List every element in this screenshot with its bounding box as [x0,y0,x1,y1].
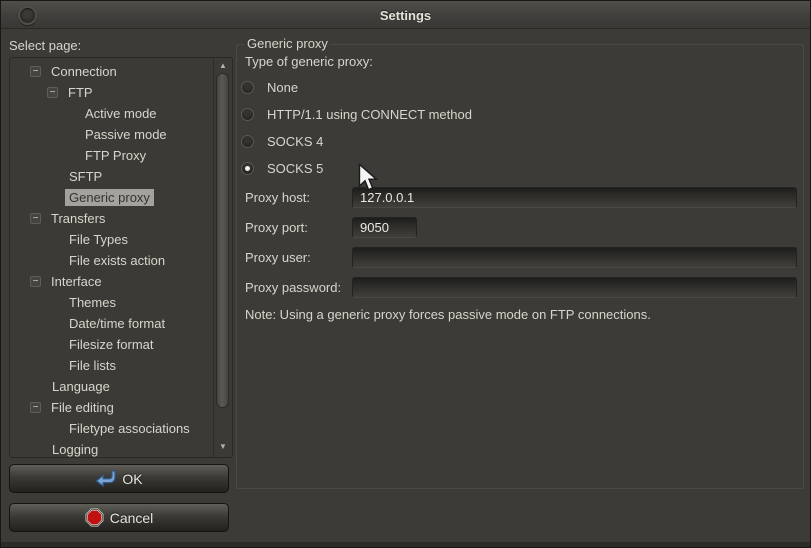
tree-item-connection[interactable]: −Connection [10,61,213,82]
proxy-password-row: Proxy password: [245,272,797,302]
window-bottom-edge [1,542,810,547]
scrollbar-thumb[interactable] [216,73,229,408]
proxy-user-row: Proxy user: [245,242,797,272]
select-page-label: Select page: [9,38,81,53]
cancel-button[interactable]: Cancel [9,503,229,532]
collapse-icon[interactable]: − [47,87,58,98]
proxy-user-input[interactable] [352,247,797,268]
proxy-note: Note: Using a generic proxy forces passi… [245,307,651,322]
scroll-down-icon[interactable]: ▼ [214,442,232,451]
tree-item-file-exists-action[interactable]: File exists action [10,250,213,271]
radio-label: SOCKS 5 [267,161,323,176]
window-title: Settings [1,1,810,29]
tree-scrollbar[interactable]: ▲ ▼ [214,58,232,457]
title-bar[interactable]: Settings [1,1,810,29]
proxy-host-label: Proxy host: [245,190,352,205]
settings-tree: −Connection −FTP Active mode Passive mod… [9,57,233,458]
proxy-port-row: Proxy port: [245,212,797,242]
ok-label: OK [122,471,142,487]
radio-icon-checked[interactable] [241,162,254,175]
tree-item-transfers[interactable]: −Transfers [10,208,213,229]
tree-item-file-editing[interactable]: −File editing [10,397,213,418]
tree-item-file-types[interactable]: File Types [10,229,213,250]
collapse-icon[interactable]: − [30,213,41,224]
close-button[interactable] [18,6,37,25]
radio-none[interactable]: None [241,74,472,101]
tree-item-interface[interactable]: −Interface [10,271,213,292]
tree-item-generic-proxy[interactable]: Generic proxy [10,187,213,208]
collapse-icon[interactable]: − [30,276,41,287]
cancel-label: Cancel [110,510,154,526]
generic-proxy-group: Generic proxy Type of generic proxy: Non… [236,44,804,489]
radio-socks4[interactable]: SOCKS 4 [241,128,472,155]
tree-item-logging[interactable]: Logging [10,439,213,457]
radio-icon[interactable] [241,108,254,121]
tree-item-ftp-proxy[interactable]: FTP Proxy [10,145,213,166]
scroll-up-icon[interactable]: ▲ [214,61,232,70]
proxy-type-options: None HTTP/1.1 using CONNECT method SOCKS… [241,74,472,182]
proxy-port-label: Proxy port: [245,220,352,235]
tree-item-passive-mode[interactable]: Passive mode [10,124,213,145]
tree-item-language[interactable]: Language [10,376,213,397]
tree-item-sftp[interactable]: SFTP [10,166,213,187]
proxy-type-label: Type of generic proxy: [245,54,373,69]
cancel-stop-icon [85,508,104,527]
collapse-icon[interactable]: − [30,66,41,77]
proxy-password-input[interactable] [352,277,797,298]
tree-item-active-mode[interactable]: Active mode [10,103,213,124]
tree-item-file-lists[interactable]: File lists [10,355,213,376]
proxy-port-input[interactable] [352,217,417,238]
group-title: Generic proxy [244,36,331,51]
tree-item-datetime-format[interactable]: Date/time format [10,313,213,334]
ok-enter-icon [95,470,116,487]
radio-http-connect[interactable]: HTTP/1.1 using CONNECT method [241,101,472,128]
settings-dialog: Settings Select page: −Connection −FTP A… [0,0,811,548]
proxy-host-input[interactable] [352,187,797,208]
radio-label: None [267,80,298,95]
radio-label: SOCKS 4 [267,134,323,149]
tree-item-filetype-associations[interactable]: Filetype associations [10,418,213,439]
proxy-fields: Proxy host: Proxy port: Proxy user: Prox… [245,182,797,302]
tree-item-filesize-format[interactable]: Filesize format [10,334,213,355]
radio-icon[interactable] [241,135,254,148]
radio-label: HTTP/1.1 using CONNECT method [267,107,472,122]
tree-item-ftp[interactable]: −FTP [10,82,213,103]
radio-icon[interactable] [241,81,254,94]
radio-socks5[interactable]: SOCKS 5 [241,155,472,182]
tree-item-themes[interactable]: Themes [10,292,213,313]
proxy-host-row: Proxy host: [245,182,797,212]
collapse-icon[interactable]: − [30,402,41,413]
proxy-user-label: Proxy user: [245,250,352,265]
proxy-password-label: Proxy password: [245,280,352,295]
tree-list: −Connection −FTP Active mode Passive mod… [10,58,214,457]
ok-button[interactable]: OK [9,464,229,493]
